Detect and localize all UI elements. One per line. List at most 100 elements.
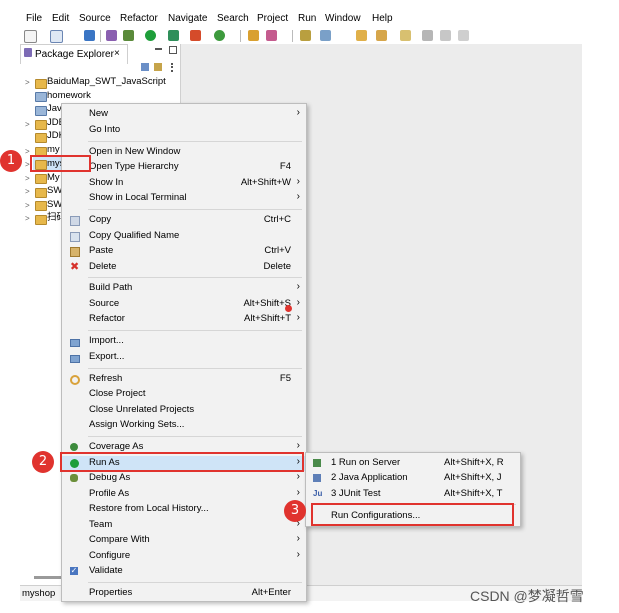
tree-item[interactable]: homework [47,89,91,102]
external-tools-icon[interactable] [190,30,201,41]
coverage-icon[interactable] [168,30,179,41]
watermark: CSDN @梦凝哲雪 [470,588,584,604]
menu-item-copy[interactable]: Copy Ctrl+C [62,213,306,228]
menu-item-restore-history[interactable]: Restore from Local History... [62,502,306,517]
menu-refactor[interactable]: Refactor [120,13,158,24]
menu-item-open-new-window[interactable]: Open in New Window [62,145,306,160]
menu-item-profile-as[interactable]: Profile As › [62,487,306,502]
menu-item-export[interactable]: Export... [62,350,306,365]
back-icon[interactable] [376,30,387,41]
menu-source[interactable]: Source [79,13,111,24]
last-edit-icon[interactable] [356,30,367,41]
maximize-icon[interactable] [169,46,177,54]
menu-item-refactor[interactable]: Refactor Alt+Shift+T › [62,312,306,327]
shortcut-label: Delete [263,261,291,272]
menu-help[interactable]: Help [372,13,393,24]
menu-item-show-in[interactable]: Show In Alt+Shift+W › [62,176,306,191]
menu-item-assign-working-sets[interactable]: Assign Working Sets... [62,418,306,433]
menu-run[interactable]: Run [298,13,316,24]
project-folder-icon [35,174,47,184]
menu-item-compare-with[interactable]: Compare With › [62,533,306,548]
shortcut-label: Ctrl+C [263,214,291,225]
menu-item-properties[interactable]: Properties Alt+Enter [62,586,306,601]
paste-icon [70,247,80,257]
shortcut-label: Alt+Shift+X, T [444,488,503,499]
tree-expand-icon[interactable]: > [25,120,30,129]
run-icon[interactable] [145,30,156,41]
annotation-next-icon[interactable] [300,30,311,41]
nav-forward-icon[interactable] [440,30,451,41]
menu-item-team[interactable]: Team › [62,518,306,533]
menu-navigate[interactable]: Navigate [168,13,207,24]
tree-item[interactable]: My [47,171,60,184]
submenu-arrow-icon: › [296,176,300,187]
debug-icon[interactable] [123,30,134,41]
tree-expand-icon[interactable]: > [25,214,30,223]
menu-item-new[interactable]: New › [62,107,306,122]
menu-item-go-into[interactable]: Go Into [62,123,306,138]
menu-item-paste[interactable]: Paste Ctrl+V [62,244,306,259]
submenu-arrow-icon: › [296,471,300,482]
menu-item-label: Export... [89,351,125,362]
coverage-icon [70,443,78,451]
import-icon [70,339,80,347]
menu-item-copy-qualified-name[interactable]: Copy Qualified Name [62,229,306,244]
pin-icon[interactable] [320,30,331,41]
perspective-icon[interactable] [458,30,469,41]
search-icon[interactable] [266,30,277,41]
new-java-project-icon[interactable] [214,30,225,41]
menu-item-open-type-hierarchy[interactable]: Open Type Hierarchy F4 [62,160,306,175]
view-menu-icon[interactable] [171,63,176,72]
tree-expand-icon[interactable]: > [25,174,30,183]
collapse-all-icon[interactable] [141,63,149,71]
menu-item-build-path[interactable]: Build Path › [62,281,306,296]
menu-item-junit-test[interactable]: Ju 3 JUnit Test Alt+Shift+X, T [306,487,520,502]
menu-item-run-on-server[interactable]: 1 Run on Server Alt+Shift+X, R [306,456,520,471]
minimize-icon[interactable] [155,48,162,50]
link-editor-icon[interactable] [154,63,162,71]
print-icon[interactable] [84,30,95,41]
tree-expand-icon[interactable]: > [25,187,30,196]
wizard-icon[interactable] [106,30,117,41]
menu-item-label: 3 JUnit Test [331,488,381,499]
menu-item-configure[interactable]: Configure › [62,549,306,564]
menu-item-close-project[interactable]: Close Project [62,387,306,402]
menu-window[interactable]: Window [325,13,361,24]
menu-file[interactable]: File [26,13,42,24]
menu-edit[interactable]: Edit [52,13,69,24]
menu-project[interactable]: Project [257,13,288,24]
menu-search[interactable]: Search [217,13,249,24]
submenu-arrow-icon: › [296,440,300,451]
java-app-icon [313,474,321,482]
menu-item-close-unrelated[interactable]: Close Unrelated Projects [62,403,306,418]
menu-item-debug-as[interactable]: Debug As › [62,471,306,486]
tree-expand-icon[interactable]: > [25,147,30,156]
menu-item-label: Copy [89,214,112,225]
project-folder-icon [35,106,47,116]
menu-item-java-application[interactable]: 2 Java Application Alt+Shift+X, J [306,471,520,486]
menu-item-refresh[interactable]: Refresh F5 [62,372,306,387]
tree-expand-icon[interactable]: > [25,78,30,87]
status-selection: myshop [22,588,56,599]
shortcut-label: Alt+Shift+W [240,177,291,188]
nav-back-icon[interactable] [422,30,433,41]
project-folder-icon [35,188,47,198]
tree-expand-icon[interactable]: > [25,160,30,169]
menu-item-delete[interactable]: ✖ Delete Delete [62,260,306,275]
new-file-icon[interactable] [24,30,37,43]
tree-expand-icon[interactable]: > [25,201,30,210]
menu-item-import[interactable]: Import... [62,334,306,349]
menu-item-label: Refresh [89,373,123,384]
menu-item-show-in-terminal[interactable]: Show in Local Terminal › [62,191,306,206]
menu-item-validate[interactable]: ✓ Validate [62,564,306,579]
open-type-icon[interactable] [248,30,259,41]
menu-item-label: Close Unrelated Projects [89,404,195,415]
project-folder-icon [35,120,47,130]
tree-item[interactable]: BaiduMap_SWT_JavaScript [47,75,166,88]
save-icon[interactable] [50,30,63,43]
forward-icon[interactable] [400,30,411,41]
delete-icon: ✖ [70,261,80,273]
menu-item-source[interactable]: Source Alt+Shift+S › [62,297,306,312]
horizontal-scrollbar[interactable] [34,576,61,579]
close-tab-icon[interactable]: × [114,48,120,59]
